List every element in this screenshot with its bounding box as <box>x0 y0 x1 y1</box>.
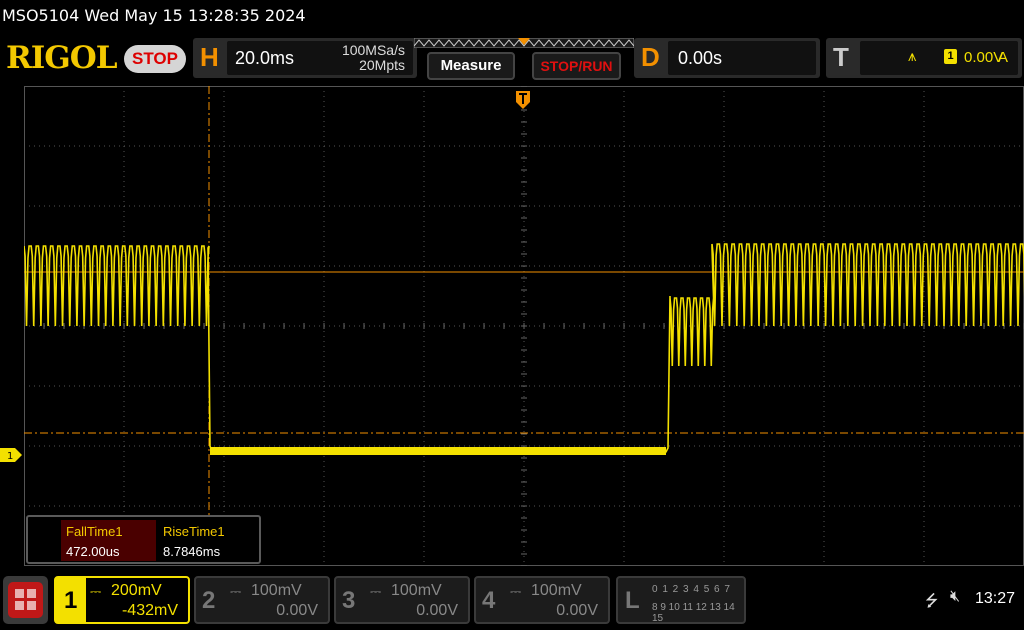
window-title: MSO5104 Wed May 15 13:28:35 2024 <box>2 6 306 25</box>
measurement-name: RiseTime1 <box>163 524 225 539</box>
channel-number: 1 <box>64 587 78 614</box>
top-toolbar: RIGOL STOP H 20.0ms 100MSa/s 20Mpts Meas… <box>0 34 1024 84</box>
delay-panel[interactable]: D 0.00s <box>634 38 820 78</box>
dc-coupling-icon: ⎓ <box>230 583 242 599</box>
run-state-button[interactable]: STOP <box>124 45 186 73</box>
bottom-bar: 1 ⎓ 200mV -432mV 2 ⎓ 100mV 0.00V 3 ⎓ 100… <box>0 568 1024 630</box>
main-menu-button[interactable] <box>3 576 48 624</box>
measurement-name: FallTime1 <box>66 524 123 539</box>
channel-offset: 0.00V <box>276 602 318 619</box>
ch1-marker-label: 1 <box>7 451 13 462</box>
channel-scale: 200mV <box>111 582 162 599</box>
logic-channels-low: 0 1 2 3 4 5 6 7 <box>652 584 731 595</box>
stop-run-button[interactable]: STOP/RUN <box>532 52 621 80</box>
waveform-graticule <box>24 86 1024 566</box>
channel-scale: 100mV <box>391 582 442 599</box>
channel-offset: -432mV <box>121 602 178 619</box>
trigger-mode: A <box>997 49 1008 66</box>
logic-channels-high: 8 9 10 11 12 13 14 15 <box>652 602 735 624</box>
trigger-source: 1 <box>944 49 957 64</box>
trigger-letter: T <box>833 42 849 72</box>
measure-button[interactable]: Measure <box>427 52 515 80</box>
horizontal-panel[interactable]: H 20.0ms 100MSa/s 20Mpts <box>193 38 417 78</box>
measurement-results[interactable]: FallTime1 472.00us RiseTime1 8.7846ms <box>26 515 261 564</box>
channel-offset: 0.00V <box>416 602 458 619</box>
dc-coupling-icon: ⎓ <box>370 583 382 599</box>
timebase-value: 20.0ms <box>235 48 295 68</box>
measurement-value: 472.00us <box>66 544 120 559</box>
rising-edge-icon: ⩚ <box>908 48 917 65</box>
sample-info: 100MSa/s 20Mpts <box>342 43 405 73</box>
usb-icon: ⭍ <box>925 593 939 610</box>
speaker-muted-icon[interactable]: 🔇︎ <box>950 588 960 606</box>
menu-grid-icon <box>8 582 43 618</box>
measurement-rise-time: RiseTime1 8.7846ms <box>158 520 253 561</box>
delay-inner: 0.00s <box>668 41 816 75</box>
memory-position-strip[interactable] <box>414 38 634 48</box>
trigger-position-marker[interactable] <box>515 90 531 110</box>
measure-label: Measure <box>440 57 502 74</box>
channel-offset: 0.00V <box>556 602 598 619</box>
channel-scale: 100mV <box>251 582 302 599</box>
measurement-value: 8.7846ms <box>163 544 221 559</box>
dc-coupling-icon: ⎓ <box>510 583 522 599</box>
waveform-display[interactable] <box>24 86 1024 566</box>
dc-coupling-icon: ⎓ <box>90 583 102 599</box>
channel-number: 3 <box>342 587 356 614</box>
channel-number: 4 <box>482 587 496 614</box>
logic-letter: L <box>625 587 640 614</box>
channel-1-panel[interactable]: 1 ⎓ 200mV -432mV <box>54 576 190 624</box>
channel-4-panel[interactable]: 4 ⎓ 100mV 0.00V <box>474 576 610 624</box>
logic-analyzer-panel[interactable]: L 0 1 2 3 4 5 6 7 8 9 10 11 12 13 14 15 <box>616 576 746 624</box>
memory-depth: 20Mpts <box>359 57 405 73</box>
channel-3-panel[interactable]: 3 ⎓ 100mV 0.00V <box>334 576 470 624</box>
trigger-inner: ⩚ 1 0.00V A <box>860 41 1018 75</box>
ch1-waveform <box>24 243 1024 453</box>
sample-rate: 100MSa/s <box>341 42 405 58</box>
horizontal-letter: H <box>200 42 219 72</box>
title-bar: MSO5104 Wed May 15 13:28:35 2024 <box>0 0 1024 34</box>
ch1-offset-marker[interactable]: 1 <box>0 448 22 462</box>
stop-run-label: STOP/RUN <box>540 58 613 74</box>
trigger-panel[interactable]: T ⩚ 1 0.00V A <box>826 38 1022 78</box>
delay-letter: D <box>641 42 660 72</box>
channel-2-panel[interactable]: 2 ⎓ 100mV 0.00V <box>194 576 330 624</box>
measurement-fall-time: FallTime1 472.00us <box>61 520 156 561</box>
ch1-low-band <box>210 447 666 455</box>
channel-number: 2 <box>202 587 216 614</box>
delay-value: 0.00s <box>678 48 723 68</box>
horizontal-inner: 20.0ms 100MSa/s 20Mpts <box>227 41 413 75</box>
run-state-label: STOP <box>132 49 178 68</box>
rigol-logo: RIGOL <box>6 40 118 76</box>
system-clock: 13:27 <box>975 590 1016 607</box>
channel-scale: 100mV <box>531 582 582 599</box>
